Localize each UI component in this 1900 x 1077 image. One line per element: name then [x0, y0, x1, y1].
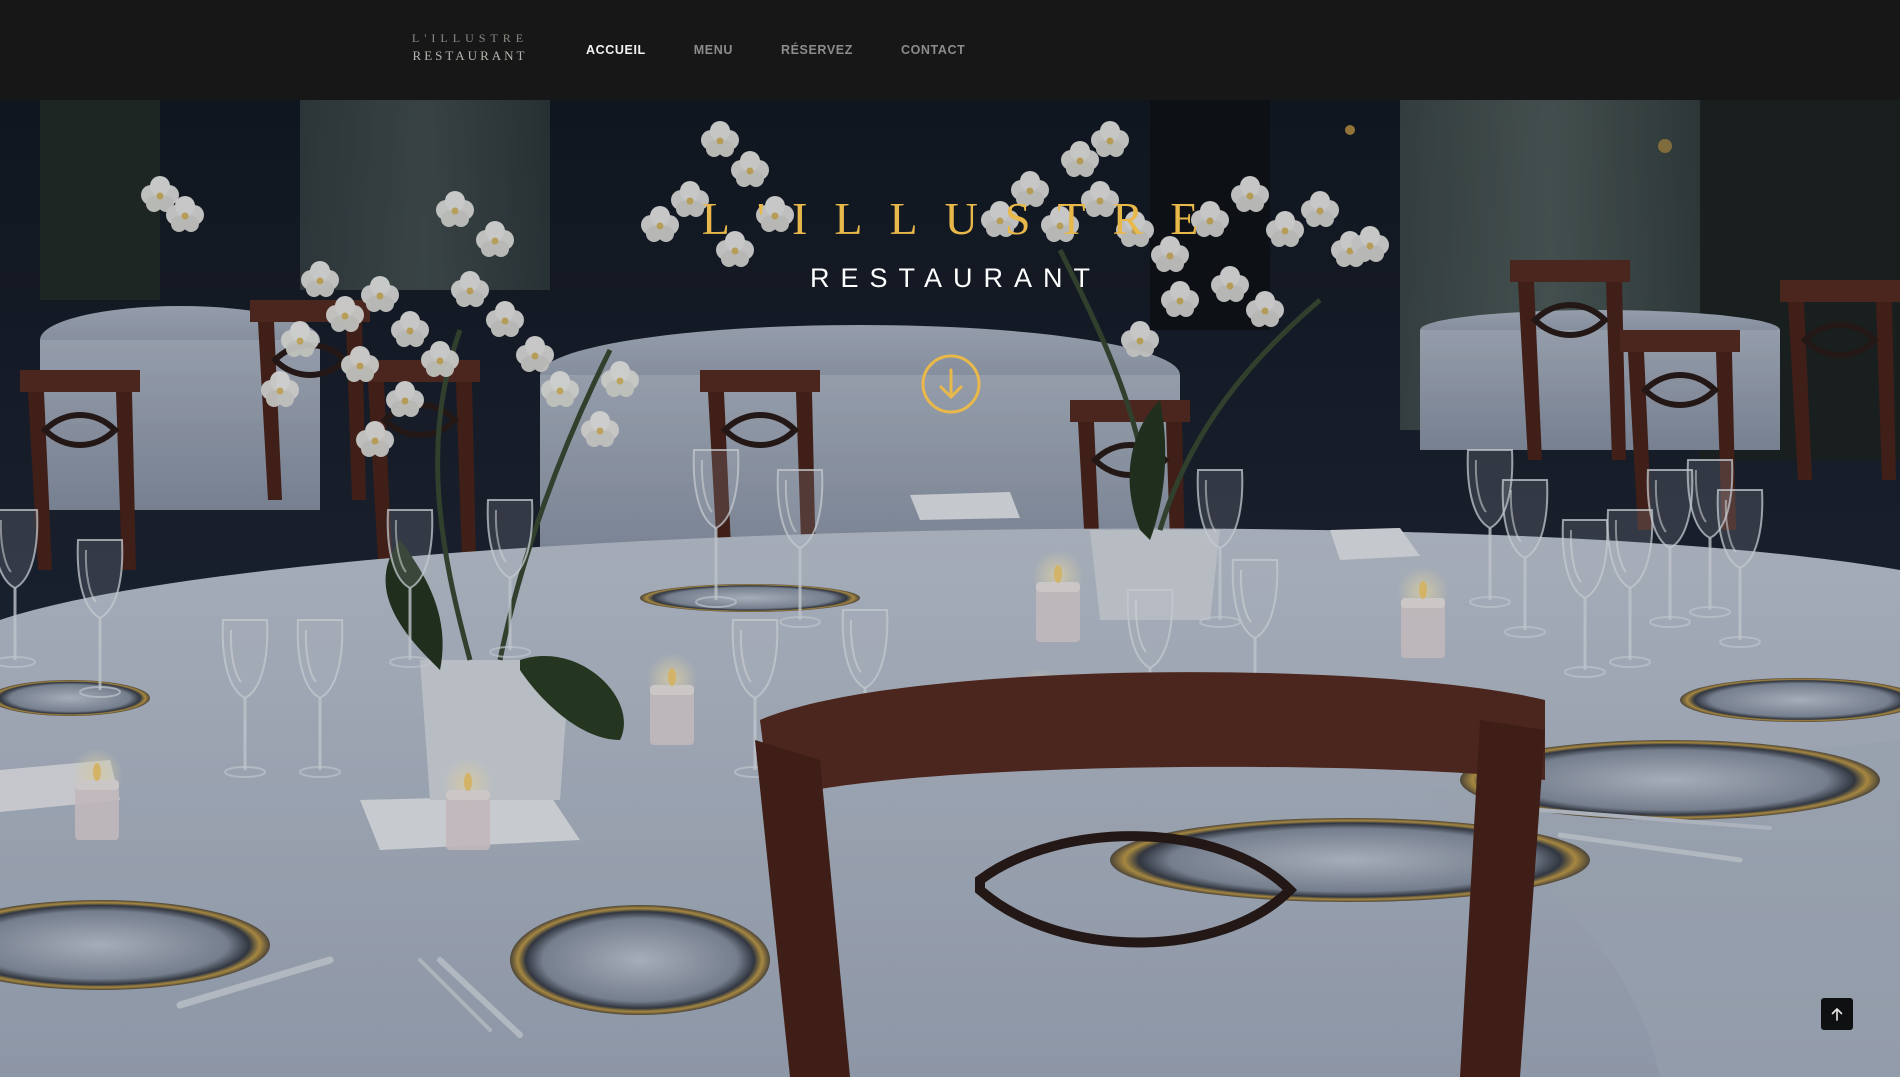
- arrow-down-circle-icon: [921, 354, 981, 414]
- scroll-down-button[interactable]: [920, 353, 982, 415]
- hero-title: L'ILLUSTRE: [701, 193, 1226, 244]
- hero-subtitle: RESTAURANT: [809, 263, 1101, 293]
- nav-item-reservez[interactable]: RÉSERVEZ: [781, 43, 853, 57]
- navbar: L'ILLUSTRE RESTAURANT ACCUEIL MENU RÉSER…: [0, 0, 1900, 100]
- page: L'ILLUSTRE RESTAURANT ACCUEIL MENU RÉSER…: [0, 0, 1900, 1077]
- brand-logo[interactable]: L'ILLUSTRE RESTAURANT: [402, 30, 538, 66]
- brand-logo-line1: L'ILLUSTRE: [411, 31, 529, 45]
- arrow-up-icon: [1831, 1008, 1843, 1021]
- nav-item-accueil[interactable]: ACCUEIL: [586, 43, 646, 57]
- nav-item-menu[interactable]: MENU: [694, 43, 733, 57]
- nav-item-contact[interactable]: CONTACT: [901, 43, 965, 57]
- main-nav: ACCUEIL MENU RÉSERVEZ CONTACT: [586, 0, 1013, 100]
- brand-logo-line2: RESTAURANT: [412, 48, 528, 63]
- back-to-top-button[interactable]: [1821, 998, 1853, 1030]
